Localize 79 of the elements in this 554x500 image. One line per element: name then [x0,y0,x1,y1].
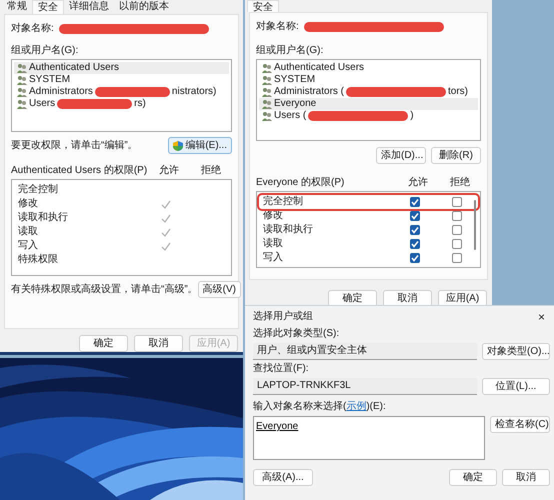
list-item[interactable]: SYSTEM [259,74,478,86]
users-icon [16,75,27,85]
users-icon [261,87,272,97]
column-header: 拒绝 [449,177,471,189]
checkbox[interactable] [410,253,420,263]
add-button[interactable]: 添加(D)... [376,147,426,164]
column-header: 允许 [407,177,429,189]
list-item[interactable]: Administrators ( tors) [259,86,478,98]
users-icon [16,99,27,109]
list-item[interactable]: Authenticated Users [259,62,478,74]
list-item[interactable]: Users rs) [14,98,229,110]
name-input-field[interactable]: Everyone [253,416,485,460]
list-item[interactable]: Everyone [259,98,478,110]
checkbox[interactable] [452,197,462,207]
list-item[interactable]: Authenticated Users [14,62,229,74]
dialog-button[interactable]: 确定 [449,469,497,486]
checkbox[interactable] [452,239,462,249]
users-icon [261,111,272,121]
field-label: 对象名称: [256,21,299,33]
field-label: 选择此对象类型(S): [253,328,340,340]
window-title: 选择用户或组 [253,311,313,323]
checkbox[interactable] [452,225,462,235]
remove-button[interactable]: 删除(R) [431,147,481,164]
object-types-button[interactable]: 对象类型(O)... [482,343,550,360]
permission-name: 读取和执行 [18,212,69,224]
checkbox[interactable] [410,225,420,235]
advanced-button[interactable]: 高级(A)... [253,469,313,486]
users-icon [261,99,272,109]
permission-name: 完全控制 [263,196,304,208]
tab[interactable]: 以前的版本 [114,0,174,14]
hint-text: 有关特殊权限或高级设置，请单击“高级”。 [11,284,198,296]
tab[interactable]: 详细信息 [64,0,114,14]
users-icon [261,75,272,85]
users-icon [261,63,272,73]
dialog-button[interactable]: 取消 [134,335,183,352]
permission-name: 修改 [18,198,39,210]
permission-name: 写入 [18,240,39,252]
check-names-button[interactable]: 检查名称(C) [490,416,550,433]
list-item[interactable]: SYSTEM [14,74,229,86]
checkbox[interactable] [452,211,462,221]
dialog-button[interactable]: 取消 [502,469,550,486]
column-header: Authenticated Users 的权限(P) [11,165,148,177]
checkbox[interactable] [410,211,420,221]
checkbox[interactable] [410,239,420,249]
checkbox[interactable] [452,253,462,263]
field-label: 输入对象名称来选择(示例)(E): [253,401,387,413]
column-header: Everyone 的权限(P) [256,177,346,189]
field-label: 对象名称: [11,23,54,35]
column-header: 允许 [158,165,180,177]
locations-button[interactable]: 位置(L)... [482,378,550,395]
scrollbar[interactable] [474,200,476,250]
shield-icon [172,140,183,150]
field-label: 查找位置(F): [253,363,310,375]
edit-button[interactable]: 编辑(E)... [168,137,232,154]
dialog-button[interactable]: 确定 [79,335,128,352]
list-item[interactable]: Administrators nistrators) [14,86,229,98]
advanced-button[interactable]: 高级(V) [198,281,242,298]
examples-link[interactable]: 示例 [346,401,366,412]
hint-text: 要更改权限，请单击“编辑”。 [11,140,138,152]
read-only-field: 用户、组或内置安全主体 [253,343,477,360]
permission-name: 修改 [263,210,284,222]
users-icon [16,87,27,97]
tab[interactable]: 常规 [2,0,32,14]
permission-name: 特殊权限 [18,254,59,266]
users-icon [16,63,27,73]
tab[interactable]: 安全 [247,0,279,12]
list-item[interactable]: Users ( ) [259,110,478,122]
field-label: 组或用户名(G): [256,45,324,57]
field-label: 组或用户名(G): [11,45,80,57]
permission-name: 读取 [263,238,284,250]
permission-name: 读取和执行 [263,224,314,236]
close-button[interactable]: × [532,310,550,324]
permission-name: 完全控制 [18,184,59,196]
read-only-field: LAPTOP-TRNKKF3L [253,378,477,395]
tab[interactable]: 安全 [32,0,64,14]
checkbox[interactable] [410,197,420,207]
column-header: 拒绝 [200,165,222,177]
permission-name: 读取 [18,226,39,238]
permission-name: 写入 [263,252,284,264]
